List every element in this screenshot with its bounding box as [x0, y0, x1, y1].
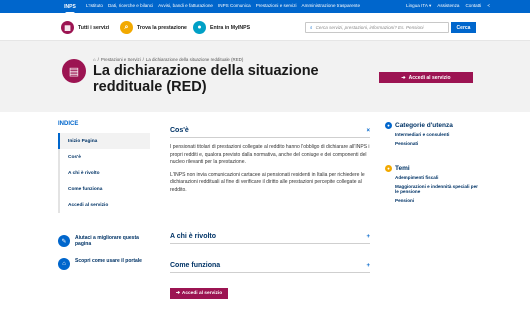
index-item[interactable]: Accedi al servizio [58, 197, 150, 213]
language-label: Lingua ITA [406, 3, 428, 8]
top-link[interactable]: Avvisi, bandi e fatturazione [158, 3, 213, 8]
access-service-button[interactable]: ➔ Accedi al servizio [379, 72, 473, 83]
breadcrumb-item: La dichiarazione della situazione reddit… [145, 57, 244, 62]
breadcrumb-separator: / [97, 57, 99, 62]
section-body: I pensionati titolari di prestazioni col… [170, 144, 370, 195]
grid-icon: ▦ [61, 21, 74, 34]
nav-label: Trova la prestazione [137, 24, 187, 31]
search-input[interactable]: ⌕ Cerca servizi, prestazioni, informazio… [305, 22, 449, 33]
categories-header: ● Categorie d'utenza [385, 122, 480, 129]
section-title: Come funziona [170, 262, 221, 269]
topics-header: ● Temi [385, 165, 480, 172]
topic-link[interactable]: Maggiorazioni e indennità speciali per l… [395, 184, 480, 195]
top-link[interactable]: Amministrazione trasparente [302, 3, 360, 8]
paragraph: I pensionati titolari di prestazioni col… [170, 144, 370, 166]
top-links: L'Istituto Dati, ricerche e bilanci Avvi… [86, 3, 360, 8]
categories-title: Categorie d'utenza [395, 122, 453, 129]
top-link[interactable]: Prestazioni e servizi [256, 3, 297, 8]
breadcrumb-item[interactable]: Prestazioni e Servizi [101, 57, 141, 62]
index-item[interactable]: Inizio Pagina [58, 133, 150, 149]
top-link[interactable]: L'Istituto [86, 3, 103, 8]
chat-icon: ✎ [58, 235, 70, 247]
logo-text: INPS [64, 4, 76, 10]
topic-link[interactable]: Adempimenti fiscali [395, 175, 480, 181]
contacts-link[interactable]: Contatti [465, 3, 481, 9]
access-service-button-bottom[interactable]: ➔ Accedi al servizio [170, 288, 228, 299]
nav-label: Tutti i servizi [78, 24, 110, 31]
search-icon: ⌕ [120, 21, 133, 34]
access-service-label: Accedi al servizio [181, 291, 223, 296]
section-header[interactable]: Come funziona + [170, 262, 370, 273]
nav-all-services[interactable]: ▦ Tutti i servizi [61, 21, 109, 34]
section-cose: Cos'è × I pensionati titolari di prestaz… [170, 127, 370, 200]
search-button[interactable]: Cerca [451, 22, 476, 33]
document-icon: ▤ [62, 59, 86, 83]
search-placeholder: Cerca servizi, prestazioni, informazioni… [315, 25, 424, 30]
nav-bar: ▦ Tutti i servizi ⌕ Trova la prestazione… [0, 13, 530, 41]
user-categories: ● Categorie d'utenza Intermediari e cons… [385, 122, 480, 149]
chevron-down-icon: ▾ [428, 3, 432, 8]
feedback-link[interactable]: ✎ Aiutaci a migliorare questa pagina [58, 235, 143, 247]
home-icon[interactable]: ⌂ [93, 57, 96, 62]
categories-links: Intermediari e consulenti Pensionati [385, 132, 480, 146]
portal-guide-label: Scopri come usare il portale [75, 258, 142, 264]
category-link[interactable]: Intermediari e consulenti [395, 132, 480, 138]
index-title: INDICE [58, 121, 79, 127]
plus-icon[interactable]: + [366, 263, 370, 269]
close-icon[interactable]: × [366, 128, 370, 134]
index-list: Inizio Pagina Cos'è A chi è rivolto Come… [58, 133, 150, 213]
page-title: La dichiarazione della situazione reddit… [93, 63, 319, 95]
search-icon: ⌕ [310, 25, 313, 30]
nav-find-benefit[interactable]: ⌕ Trova la prestazione [120, 21, 187, 34]
tag-icon: ● [385, 165, 392, 172]
home-icon: ⌂ [58, 258, 70, 270]
assistance-link[interactable]: Assistenza [437, 3, 459, 9]
user-icon: ● [193, 21, 206, 34]
nav-label: Entra in MyINPS [210, 24, 251, 31]
section-title: A chi è rivolto [170, 233, 217, 240]
topics-links: Adempimenti fiscali Maggiorazioni e inde… [385, 175, 480, 203]
section-header[interactable]: A chi è rivolto + [170, 233, 370, 244]
nav-myinps[interactable]: ● Entra in MyINPS [193, 21, 250, 34]
breadcrumb: ⌂ / Prestazioni e Servizi / La dichiaraz… [93, 57, 243, 62]
section-chi: A chi è rivolto + [170, 233, 370, 244]
portal-guide-link[interactable]: ⌂ Scopri come usare il portale [58, 258, 143, 270]
top-link[interactable]: Dati, ricerche e bilanci [108, 3, 153, 8]
arrow-right-icon: ➔ [401, 74, 406, 81]
topic-link[interactable]: Pensioni [395, 198, 480, 204]
topics-title: Temi [395, 165, 410, 172]
section-header[interactable]: Cos'è × [170, 127, 370, 138]
top-link[interactable]: INPS Comunica [218, 3, 251, 8]
index-item[interactable]: A chi è rivolto [58, 165, 150, 181]
topics: ● Temi Adempimenti fiscali Maggiorazioni… [385, 165, 480, 206]
paragraph: L'INPS non invia comunicazioni cartacee … [170, 171, 365, 193]
top-right-links: Lingua ITA ▾ Assistenza Contatti < [406, 3, 490, 9]
feedback-label: Aiutaci a migliorare questa pagina [75, 235, 139, 247]
share-icon[interactable]: < [487, 3, 490, 9]
arrow-right-icon: ➔ [175, 291, 180, 296]
section-come: Come funziona + [170, 262, 370, 273]
breadcrumb-separator: / [142, 57, 144, 62]
index-item[interactable]: Come funziona [58, 181, 150, 197]
category-link[interactable]: Pensionati [395, 141, 480, 147]
section-title: Cos'è [170, 127, 189, 134]
plus-icon[interactable]: + [366, 234, 370, 240]
language-selector[interactable]: Lingua ITA ▾ [406, 3, 431, 9]
people-icon: ● [385, 122, 392, 129]
index-item[interactable]: Cos'è [58, 149, 150, 165]
access-service-label: Accedi al servizio [408, 74, 451, 81]
